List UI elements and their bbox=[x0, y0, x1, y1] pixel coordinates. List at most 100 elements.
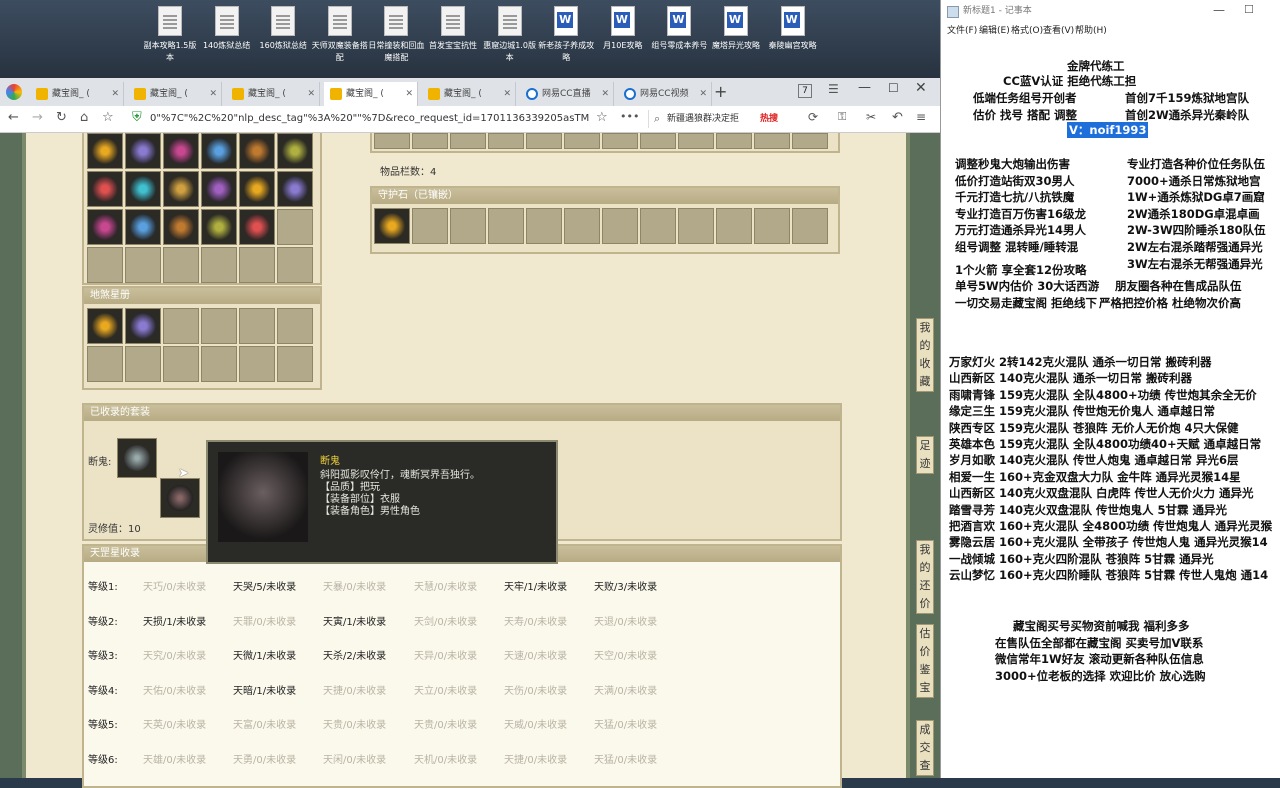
tab-close-icon[interactable]: ✕ bbox=[601, 82, 609, 106]
notepad-menu-item[interactable]: 文件(F) bbox=[947, 22, 977, 40]
equipment-slot[interactable] bbox=[602, 133, 638, 149]
notepad-menu-item[interactable]: 编辑(E) bbox=[979, 22, 1010, 40]
browser-tab[interactable]: 网易CC直播 ✕ bbox=[520, 82, 614, 106]
desktop-icon[interactable]: 组号零成本养号 bbox=[651, 6, 707, 52]
item-slot[interactable] bbox=[239, 308, 275, 344]
search-icon[interactable]: ⌕ bbox=[654, 110, 660, 128]
tiangang-entry[interactable]: 天究/0/未收录 bbox=[143, 648, 206, 666]
reload-icon[interactable]: ↻ bbox=[56, 110, 67, 125]
forward-icon[interactable]: → bbox=[32, 110, 43, 125]
tab-close-icon[interactable]: ✕ bbox=[503, 82, 511, 106]
side-nav-button[interactable]: 我的还价 bbox=[916, 540, 934, 614]
equipment-slot[interactable] bbox=[412, 133, 448, 149]
item-slot[interactable] bbox=[239, 133, 275, 169]
notepad-menu-item[interactable]: 格式(O) bbox=[1011, 22, 1043, 40]
tiangang-entry[interactable]: 天闲/0/未收录 bbox=[323, 752, 386, 770]
undo-icon[interactable]: ↶ bbox=[892, 110, 903, 125]
tiangang-entry[interactable]: 天杀/2/未收录 bbox=[323, 648, 386, 666]
item-slot[interactable] bbox=[277, 247, 313, 283]
bookmark-star-icon[interactable]: ☆ bbox=[102, 110, 114, 125]
tiangang-entry[interactable]: 天巧/0/未收录 bbox=[143, 579, 206, 597]
tiangang-entry[interactable]: 天猛/0/未收录 bbox=[594, 717, 657, 735]
tiangang-entry[interactable]: 天哭/5/未收录 bbox=[233, 579, 296, 597]
equipment-slot[interactable] bbox=[678, 133, 714, 149]
desktop-icon[interactable]: 140炼狱总结 bbox=[199, 6, 255, 52]
tiangang-entry[interactable]: 天威/0/未收录 bbox=[504, 717, 567, 735]
item-slot[interactable] bbox=[87, 346, 123, 382]
item-slot[interactable] bbox=[277, 133, 313, 169]
tiangang-entry[interactable]: 天立/0/未收录 bbox=[414, 683, 477, 701]
lock-icon[interactable]: ⚿ bbox=[838, 110, 846, 124]
item-slot[interactable] bbox=[163, 209, 199, 245]
home-icon[interactable]: ⌂ bbox=[80, 110, 88, 125]
tab-close-icon[interactable]: ✕ bbox=[699, 82, 707, 106]
tab-close-icon[interactable]: ✕ bbox=[405, 82, 413, 106]
item-slot[interactable] bbox=[754, 208, 790, 244]
item-slot[interactable] bbox=[163, 133, 199, 169]
item-slot[interactable] bbox=[488, 208, 524, 244]
search-input[interactable]: 新疆遇狼群决定拒 bbox=[648, 110, 815, 128]
tiangang-entry[interactable]: 天败/3/未收录 bbox=[594, 579, 657, 597]
tiangang-entry[interactable]: 天空/0/未收录 bbox=[594, 648, 657, 666]
tiangang-entry[interactable]: 天寅/1/未收录 bbox=[323, 614, 386, 632]
item-slot[interactable] bbox=[564, 208, 600, 244]
item-slot[interactable] bbox=[201, 171, 237, 207]
close-button[interactable]: ✕ bbox=[915, 80, 927, 96]
equipment-slot[interactable] bbox=[488, 133, 524, 149]
desktop-icon[interactable]: 天师双魔装备搭配 bbox=[312, 6, 368, 64]
equipment-slot[interactable] bbox=[564, 133, 600, 149]
tiangang-entry[interactable]: 天罪/0/未收录 bbox=[233, 614, 296, 632]
tiangang-entry[interactable]: 天猛/0/未收录 bbox=[594, 752, 657, 770]
item-slot[interactable] bbox=[277, 308, 313, 344]
tiangang-entry[interactable]: 天富/0/未收录 bbox=[233, 717, 296, 735]
desktop-icon[interactable]: 魔塔异光攻略 bbox=[708, 6, 764, 52]
item-slot[interactable] bbox=[412, 208, 448, 244]
list-menu-icon[interactable]: ≡ bbox=[916, 110, 926, 124]
tiangang-entry[interactable]: 天暴/0/未收录 bbox=[323, 579, 386, 597]
item-slot[interactable] bbox=[125, 346, 161, 382]
desktop-icon[interactable]: 日常撞装和回血魔搭配 bbox=[368, 6, 424, 64]
tiangang-entry[interactable]: 天贵/0/未收录 bbox=[414, 717, 477, 735]
tiangang-entry[interactable]: 天捷/0/未收录 bbox=[323, 683, 386, 701]
item-slot[interactable] bbox=[87, 171, 123, 207]
back-icon[interactable]: ← bbox=[8, 110, 19, 125]
item-slot[interactable] bbox=[163, 171, 199, 207]
tiangang-entry[interactable]: 天伤/0/未收录 bbox=[504, 683, 567, 701]
new-tab-button[interactable]: + bbox=[714, 82, 727, 101]
item-slot[interactable] bbox=[87, 209, 123, 245]
item-slot[interactable] bbox=[277, 171, 313, 207]
item-slot[interactable] bbox=[239, 247, 275, 283]
item-slot[interactable] bbox=[163, 346, 199, 382]
item-slot[interactable] bbox=[526, 208, 562, 244]
item-slot[interactable] bbox=[239, 346, 275, 382]
item-slot[interactable] bbox=[201, 308, 237, 344]
hot-search-badge[interactable]: 热搜 bbox=[760, 110, 778, 128]
item-slot[interactable] bbox=[716, 208, 752, 244]
notepad-minimize-button[interactable]: — bbox=[1213, 3, 1225, 17]
item-slot[interactable] bbox=[87, 247, 123, 283]
item-slot[interactable] bbox=[239, 171, 275, 207]
item-slot[interactable] bbox=[602, 208, 638, 244]
tiangang-entry[interactable]: 天损/1/未收录 bbox=[143, 614, 206, 632]
side-nav-button[interactable]: 我的收藏 bbox=[916, 318, 934, 392]
tab-close-icon[interactable]: ✕ bbox=[209, 82, 217, 106]
item-slot[interactable] bbox=[87, 133, 123, 169]
set-item-slot-2[interactable] bbox=[160, 478, 200, 518]
tiangang-entry[interactable]: 天捷/0/未收录 bbox=[504, 752, 567, 770]
tiangang-entry[interactable]: 天雄/0/未收录 bbox=[143, 752, 206, 770]
item-slot[interactable] bbox=[125, 133, 161, 169]
desktop-icon[interactable]: 秦陵幽宫攻略 bbox=[765, 6, 821, 52]
scissors-icon[interactable]: ✂ bbox=[866, 110, 876, 124]
side-nav-button[interactable]: 估价鉴宝 bbox=[916, 624, 934, 698]
item-slot[interactable] bbox=[163, 247, 199, 283]
notepad-maximize-button[interactable]: ☐ bbox=[1244, 3, 1254, 16]
browser-tab[interactable]: 藏宝阁_ (✕ bbox=[128, 82, 222, 106]
tab-close-icon[interactable]: ✕ bbox=[111, 82, 119, 106]
desktop-icon[interactable]: 首发宝宝抗性 bbox=[425, 6, 481, 52]
item-slot[interactable] bbox=[125, 308, 161, 344]
item-slot[interactable] bbox=[277, 346, 313, 382]
tab-count-badge[interactable]: 7 bbox=[798, 84, 812, 98]
item-slot[interactable] bbox=[374, 208, 410, 244]
item-slot[interactable] bbox=[163, 308, 199, 344]
item-slot[interactable] bbox=[87, 308, 123, 344]
